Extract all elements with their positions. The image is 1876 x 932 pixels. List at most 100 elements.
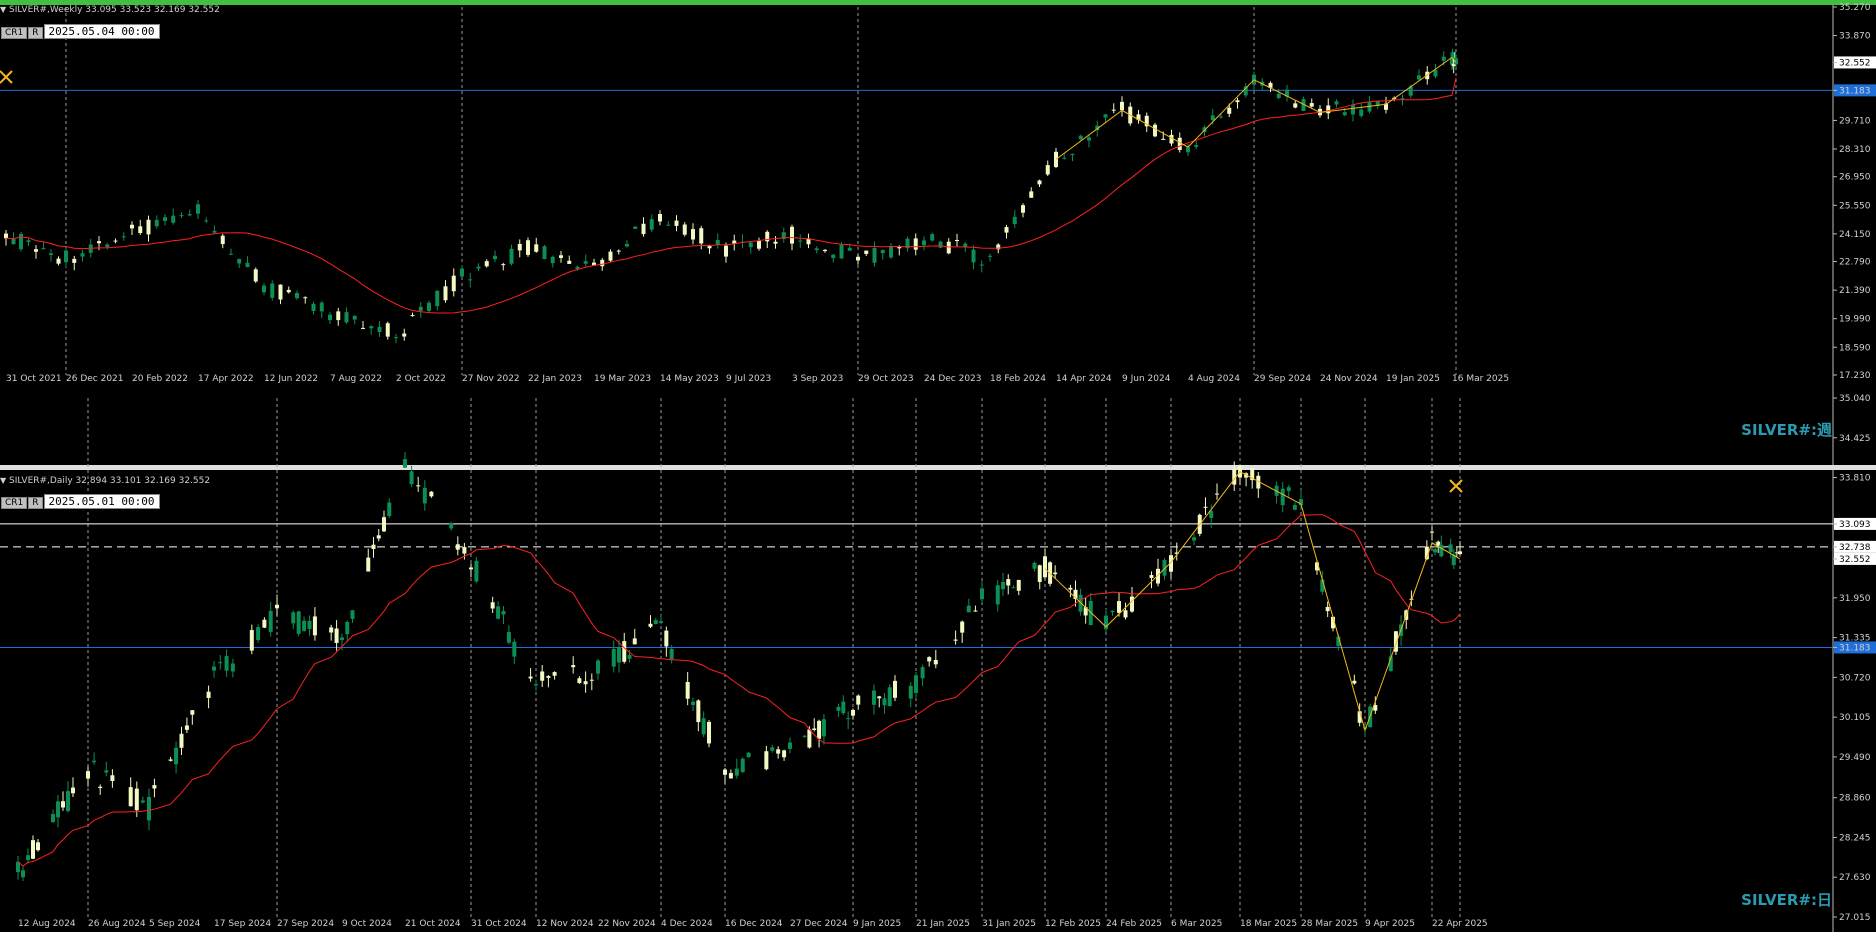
daily-price-label: 32.552 xyxy=(1839,555,1871,565)
daily-price-label: 35.040 xyxy=(1839,394,1871,404)
weekly-candle-body xyxy=(179,215,184,217)
weekly-candle-body xyxy=(1219,116,1223,118)
weekly-candle-body xyxy=(253,269,258,282)
weekly-candle-body xyxy=(1078,135,1083,140)
daily-date-box[interactable]: 2025.05.01 00:00 xyxy=(43,494,160,509)
weekly-candle-body xyxy=(476,266,481,269)
weekly-date-label: 12 Jun 2022 xyxy=(264,374,318,384)
daily-date-label: 9 Jan 2025 xyxy=(853,919,901,929)
weekly-candle-body xyxy=(41,248,46,250)
weekly-candle-body xyxy=(1227,107,1232,114)
weekly-candle-body xyxy=(377,326,382,333)
daily-candle-body xyxy=(920,667,925,679)
daily-candle-body xyxy=(1032,562,1037,569)
daily-candle-body xyxy=(1352,680,1357,684)
weekly-date-label: 26 Dec 2021 xyxy=(66,374,124,384)
collapse-arrow-icon[interactable]: ▼ xyxy=(0,476,6,485)
chart-canvas[interactable]: 35.270 33.870 32.552 31.183 29.710 28.310 26.9… xyxy=(0,0,1876,932)
weekly-candle-body xyxy=(1194,145,1199,147)
daily-candle-body xyxy=(1068,587,1073,590)
weekly-candle-body xyxy=(113,240,118,242)
daily-candle-body xyxy=(340,637,344,641)
weekly-price-label: 31.183 xyxy=(1839,86,1871,96)
daily-candle-body xyxy=(1430,531,1434,533)
daily-candle-body xyxy=(1192,537,1196,541)
daily-candle-body xyxy=(71,787,75,794)
daily-candle-body xyxy=(501,611,506,615)
weekly-candle-body xyxy=(328,314,332,321)
daily-candle-body xyxy=(980,588,984,600)
daily-price-label: 27.630 xyxy=(1839,873,1871,883)
daily-price-label: 29.490 xyxy=(1839,753,1871,763)
weekly-candle-body xyxy=(394,337,398,339)
daily-candle-body xyxy=(1149,575,1154,578)
daily-candle-body xyxy=(1439,544,1444,557)
weekly-candle-body xyxy=(1359,109,1364,116)
collapse-arrow-icon[interactable]: ▼ xyxy=(0,5,6,14)
weekly-date-label: 24 Dec 2023 xyxy=(924,374,982,384)
daily-candle-body xyxy=(734,768,739,776)
weekly-candle-body xyxy=(402,333,407,337)
weekly-candle-body xyxy=(295,292,299,299)
weekly-candle-body xyxy=(427,302,431,311)
weekly-candle-body xyxy=(831,254,836,259)
weekly-candle-body xyxy=(418,306,423,311)
daily-date-label: 21 Oct 2024 xyxy=(405,919,461,929)
weekly-candle-body xyxy=(979,264,984,266)
weekly-candle-body xyxy=(4,233,8,239)
weekly-candle-body xyxy=(1004,227,1009,233)
weekly-candle-body xyxy=(608,251,613,261)
weekly-header: ▼ SILVER#,Weekly 33.095 33.523 32.169 32… xyxy=(0,5,220,15)
weekly-candle-body xyxy=(1342,112,1347,116)
daily-candle-body xyxy=(528,676,533,679)
weekly-candle-body xyxy=(1334,101,1339,105)
daily-candle-body xyxy=(382,517,386,532)
daily-candle-body xyxy=(617,647,621,663)
weekly-candle-body xyxy=(352,315,357,320)
daily-candle-body xyxy=(611,649,616,667)
weekly-candle-body xyxy=(1400,98,1405,100)
daily-r-button[interactable]: R xyxy=(28,497,43,509)
weekly-candle-body xyxy=(187,214,192,216)
weekly-date-label: 29 Sep 2024 xyxy=(1254,374,1311,384)
weekly-candle-body xyxy=(484,261,489,267)
weekly-candle-body xyxy=(814,248,819,251)
daily-candle-body xyxy=(995,585,1000,605)
daily-candle-body xyxy=(206,691,211,698)
weekly-candle-body xyxy=(509,248,514,264)
weekly-candle-body xyxy=(616,250,621,252)
daily-cr1-button[interactable]: CR1 xyxy=(1,497,28,509)
daily-candle-body xyxy=(329,627,334,633)
weekly-candle-body xyxy=(1433,69,1438,77)
weekly-candle-body xyxy=(707,245,712,249)
daily-candle-body xyxy=(953,639,958,641)
daily-candle-body xyxy=(914,675,918,693)
daily-candle-body xyxy=(61,801,65,808)
daily-candle-body xyxy=(462,547,467,554)
weekly-candle-body xyxy=(130,224,134,229)
weekly-price-label: 33.870 xyxy=(1839,32,1871,42)
daily-candle-body xyxy=(230,663,235,672)
weekly-price-label: 29.710 xyxy=(1839,116,1871,126)
weekly-candle-body xyxy=(146,219,151,235)
weekly-r-button[interactable]: R xyxy=(28,27,43,39)
weekly-candle-body xyxy=(1045,165,1050,175)
weekly-date-box[interactable]: 2025.05.04 00:00 xyxy=(43,24,160,39)
weekly-candle-body xyxy=(864,250,869,254)
weekly-candle-body xyxy=(666,224,671,226)
weekly-candle-body xyxy=(583,261,588,264)
weekly-candle-body xyxy=(311,303,316,311)
daily-candle-body xyxy=(387,502,392,517)
weekly-cr1-button[interactable]: CR1 xyxy=(1,27,28,39)
weekly-moving-average xyxy=(5,77,1457,314)
daily-candle-body xyxy=(927,657,932,662)
daily-candle-body xyxy=(872,690,876,705)
daily-candle-body xyxy=(571,665,576,668)
weekly-candle-body xyxy=(319,302,324,312)
weekly-candle-body xyxy=(847,247,852,251)
daily-date-label: 24 Feb 2025 xyxy=(1106,919,1162,929)
daily-candle-body xyxy=(490,602,495,609)
weekly-candle-body xyxy=(790,226,794,244)
daily-candle-body xyxy=(21,870,25,878)
weekly-candle-body xyxy=(171,215,176,223)
